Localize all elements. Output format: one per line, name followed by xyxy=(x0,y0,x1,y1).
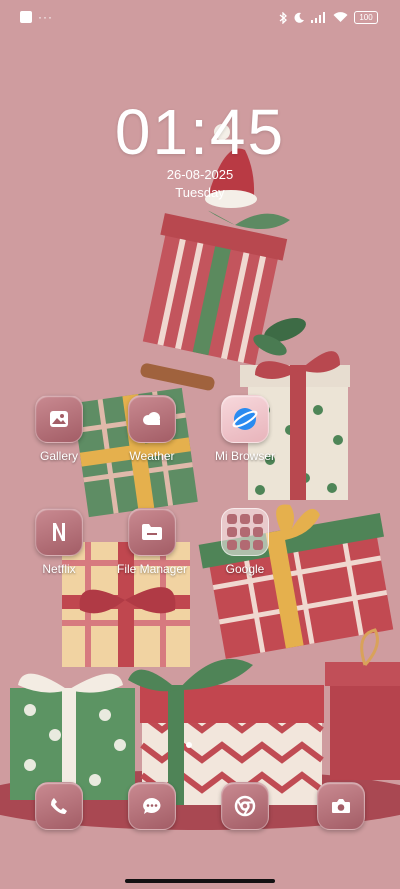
signal-icon xyxy=(311,12,325,23)
app-label: Weather xyxy=(129,449,175,463)
battery-icon: 100 xyxy=(354,11,378,24)
chrome-icon[interactable] xyxy=(221,782,269,830)
camera-icon[interactable] xyxy=(317,782,365,830)
app-label: Mi Browser xyxy=(214,449,275,463)
app-gallery[interactable]: Gallery xyxy=(14,395,104,463)
more-notifications-icon: ··· xyxy=(38,10,53,24)
home-indicator[interactable] xyxy=(125,879,275,883)
clock-date: 26-08-2025 xyxy=(166,167,234,182)
netflix-icon[interactable] xyxy=(35,508,83,556)
dock-chrome[interactable] xyxy=(200,782,290,830)
app-label: File Manager xyxy=(116,562,188,576)
app-label: Netflix xyxy=(42,562,76,576)
app-label: Google xyxy=(225,562,265,576)
folder-google[interactable]: Google xyxy=(200,508,290,576)
status-bar: ··· 100 xyxy=(0,0,400,38)
app-weather[interactable]: Weather xyxy=(107,395,197,463)
gallery-icon[interactable] xyxy=(35,395,83,443)
bluetooth-icon xyxy=(279,11,287,24)
dock-camera[interactable] xyxy=(296,782,386,830)
app-netflix[interactable]: Netflix xyxy=(14,508,104,576)
browser-icon[interactable] xyxy=(221,395,269,443)
lock-clock: 01:45 26-08-2025 Tuesday xyxy=(0,98,400,202)
clock-time: 01:45 xyxy=(114,96,286,168)
dock-phone[interactable] xyxy=(14,782,104,830)
dock-messages[interactable] xyxy=(107,782,197,830)
wifi-icon xyxy=(333,12,348,22)
app-label: Gallery xyxy=(39,449,78,463)
google-folder-icon[interactable] xyxy=(221,508,269,556)
dnd-moon-icon xyxy=(294,12,304,23)
file-manager-icon[interactable] xyxy=(128,508,176,556)
page-indicator xyxy=(186,742,192,748)
app-mi-browser[interactable]: Mi Browser xyxy=(200,395,290,463)
phone-icon[interactable] xyxy=(35,782,83,830)
notification-icon xyxy=(20,11,32,23)
app-file-manager[interactable]: File Manager xyxy=(107,508,197,576)
clock-day: Tuesday xyxy=(175,185,225,200)
weather-icon[interactable] xyxy=(128,395,176,443)
messages-icon[interactable] xyxy=(128,782,176,830)
